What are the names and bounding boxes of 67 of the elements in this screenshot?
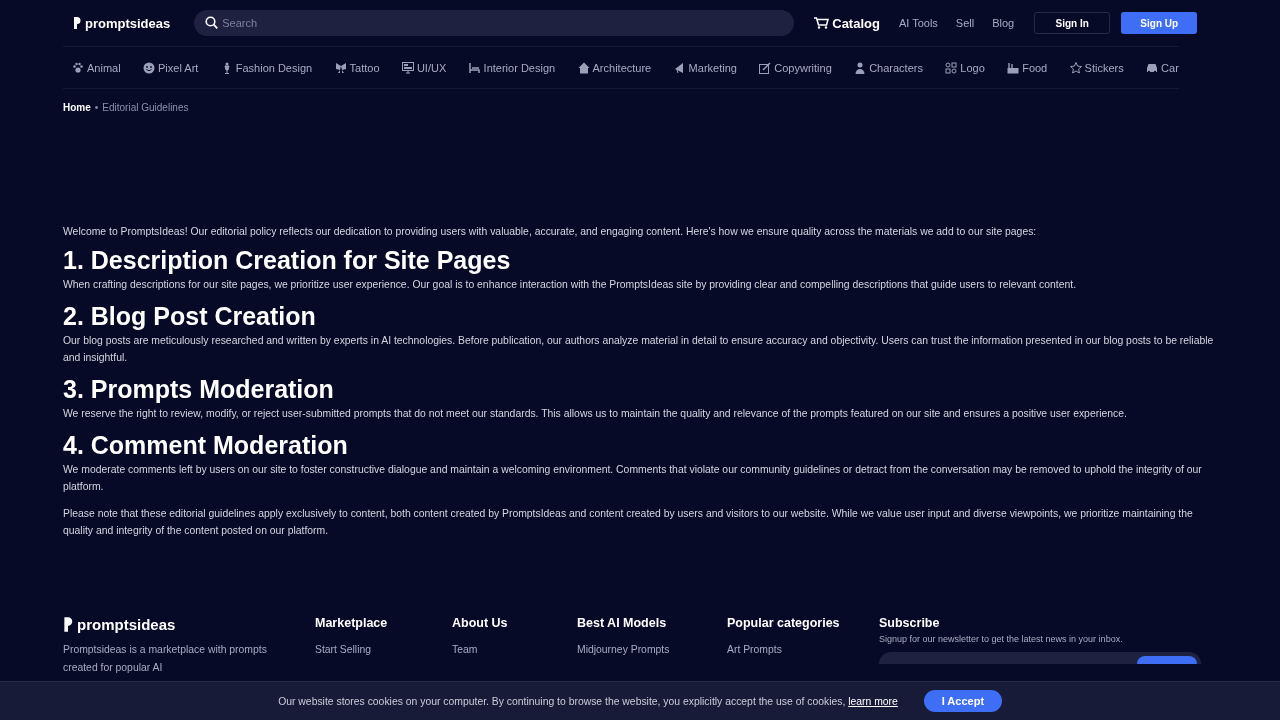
accept-button[interactable]: I Accept [923, 690, 1002, 712]
nav-link[interactable]: AI Tools [898, 17, 938, 29]
shapes-icon [945, 61, 958, 74]
chair-icon [468, 61, 481, 74]
paragraph: We moderate comments left by users on our site to foster constructive dialogue and maintain a welcoming environment. Comments that violate our community guidelines or detract from the conversation may be removed to uphold the integrity of our platform. [63, 463, 1203, 494]
cart-icon [814, 17, 830, 29]
breadcrumb-separator: • [94, 102, 99, 113]
category-link[interactable]: Interior Design [468, 61, 556, 74]
subscribe-button[interactable] [1137, 656, 1197, 664]
footer-heading: Marketplace [315, 616, 389, 630]
category-link[interactable]: Pixel Art [143, 61, 199, 74]
footer-heading: Popular categories [727, 616, 841, 630]
category-link[interactable]: Fashion Design [220, 61, 313, 74]
paragraph: We reserve the right to review, modify, or reject user-submitted prompts that do not meet our standards. This allows us to maintain the quality and relevance of the prompts featured on our site and ensures a positive user experience. [63, 407, 1128, 421]
footer-heading: Subscribe [879, 616, 941, 630]
section-heading: 3. Prompts Moderation [63, 374, 335, 404]
footer-heading: Best AI Models [577, 616, 668, 630]
footer-link[interactable]: Midjourney Prompts [577, 644, 727, 655]
paragraph: Welcome to PromptsIdeas! Our editorial policy reflects our dedication to providing users with valuable, accurate, and engaging content. Here's how we ensure quality across the materials we add to our site pages: [63, 226, 1038, 237]
nav-link[interactable]: Blog [992, 17, 1015, 29]
footer-description: Promptsideas is a marketplace with prompts created for popular AI [63, 643, 268, 675]
sign-in-button[interactable]: Sign In [1034, 12, 1111, 34]
logo-icon [73, 16, 81, 30]
star-icon [1069, 61, 1082, 74]
paw-icon [72, 61, 84, 74]
cookie-text: Our website stores cookies on your computer. By continuing to browse the website, you explicitly accept the use of cookies, learn more [278, 695, 898, 707]
catalog-link[interactable]: Catalog [814, 15, 880, 31]
butterfly-icon [334, 61, 347, 74]
nav-link[interactable]: Sell [955, 17, 975, 29]
section-heading: 4. Comment Moderation [63, 430, 349, 460]
paragraph: Our blog posts are meticulously researched and written by experts in AI technologies. Before publication, our authors analyze material in detail to ensure accuracy and objectivity. Users can trust the information presented in our blog posts to be reliable and insightful. [63, 334, 1215, 365]
logo-text[interactable]: promptsideas [85, 15, 171, 31]
category-link[interactable]: Car [1146, 61, 1179, 74]
pencil-icon [759, 61, 772, 74]
house-icon [577, 61, 590, 74]
email-field[interactable] [879, 652, 1201, 664]
person-icon [854, 61, 867, 74]
category-link[interactable]: Food [1007, 61, 1048, 74]
breadcrumb-link[interactable]: Home [63, 102, 91, 113]
breadcrumb-current: Editorial Guidelines [102, 102, 189, 113]
category-link[interactable]: Logo [945, 61, 985, 74]
search-field[interactable]: Search [194, 10, 795, 36]
category-link[interactable]: Stickers [1069, 61, 1124, 74]
category-link[interactable]: Copywriting [759, 61, 832, 74]
footer-heading: About Us [452, 616, 509, 630]
monitor-icon [401, 61, 414, 74]
paragraph: When crafting descriptions for our site pages, we prioritize user experience. Our goal is to enhance interaction with the PromptsIdeas site by providing clear and compelling descriptions that guide users to relevant content. [63, 278, 1078, 292]
footer-link[interactable]: Art Prompts [727, 644, 879, 655]
learn-more-link[interactable]: learn more [848, 695, 898, 707]
category-link[interactable]: Tattoo [334, 61, 380, 74]
paragraph: Please note that these editorial guidelines apply exclusively to content, both content created by PromptsIdeas and content created by users and visitors to our website. While we value user input and diverse viewpoints, we prioritize maintaining the quality and integrity of the content posted on our platform. [63, 507, 1194, 538]
category-link[interactable]: Architecture [577, 61, 652, 74]
category-link[interactable]: Animal [72, 61, 121, 74]
footer-link[interactable]: Start Selling [315, 644, 452, 655]
category-link[interactable]: UI/UX [401, 61, 447, 74]
logo-text[interactable]: promptsideas [77, 616, 176, 633]
category-link[interactable]: Characters [854, 61, 923, 74]
category-link[interactable]: Marketing [673, 61, 737, 74]
subscribe-text: Signup for our newsletter to get the latest news in your inbox. [879, 634, 1124, 644]
section-heading: 1. Description Creation for Site Pages [63, 245, 512, 275]
smiley-icon [143, 61, 155, 74]
search-icon [205, 16, 219, 29]
sign-up-button[interactable]: Sign Up [1121, 12, 1198, 34]
car-icon [1146, 61, 1159, 74]
logo-icon [63, 616, 73, 633]
footer-link[interactable]: Team [452, 644, 577, 655]
section-heading: 2. Blog Post Creation [63, 301, 317, 331]
